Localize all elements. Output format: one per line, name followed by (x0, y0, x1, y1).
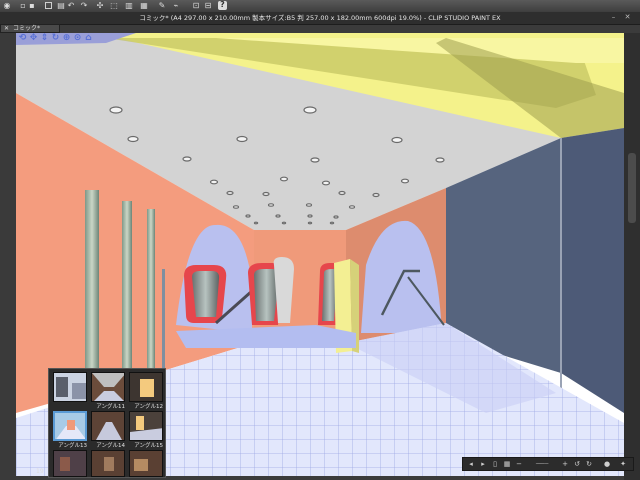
thumbnail-label: アングル11 (96, 404, 125, 410)
open-file-icon[interactable]: ▪ (28, 2, 36, 10)
redo-icon[interactable]: ↷ (80, 2, 88, 10)
title-bar: コミック* (A4 297.00 x 210.00mm 製本サイズ:B5 判 2… (0, 12, 640, 25)
angle-thumbnail[interactable] (53, 372, 87, 402)
dolly-icon[interactable]: ⇕ (40, 34, 49, 43)
angle-thumbnail[interactable] (91, 450, 125, 477)
ruler-icon[interactable]: ⊟ (204, 2, 212, 10)
rotate-icon[interactable]: ↻ (51, 34, 60, 43)
clear-icon[interactable]: ▥ (125, 2, 133, 10)
camera-rotate-icon[interactable]: ⟲ (18, 34, 27, 43)
3d-camera-controls: ⟲ ✥ ⇕ ↻ ⊕ ⊙ ⌂ (18, 34, 93, 46)
minimize-icon[interactable]: – (610, 14, 617, 21)
rotate-right-icon[interactable]: ↻ (585, 460, 593, 468)
angle-thumbnail[interactable] (129, 411, 163, 441)
angle-thumbnail[interactable] (53, 450, 87, 477)
thumbnail-label: アングル15 (134, 443, 163, 449)
new-file-icon[interactable]: ▫ (19, 2, 27, 10)
angle-thumbnail-selected[interactable] (53, 411, 87, 441)
transform-icon[interactable]: ⬚ (110, 2, 118, 10)
close-tab-icon[interactable]: ✕ (4, 25, 9, 33)
angle-thumbnail[interactable] (91, 372, 125, 402)
vertical-scrollbar[interactable] (624, 33, 640, 480)
square-icon[interactable] (45, 2, 52, 9)
save-icon[interactable]: ▤ (57, 2, 65, 10)
navigator-icon[interactable]: ● (603, 460, 611, 468)
fit-icon[interactable]: ▯ (491, 460, 499, 468)
thumbnail-label: アングル12 (134, 404, 163, 410)
ground-icon[interactable]: ⊙ (73, 34, 82, 43)
prev-icon[interactable]: ◂ (467, 460, 475, 468)
canvas-status-bar: ◂ ▸ ▯ ▦ − ┈┈┈ + ↺ ↻ ● ✦ (462, 457, 634, 471)
document-tab[interactable]: ✕ コミック* (0, 24, 60, 33)
wall-window (147, 209, 155, 369)
wall-window (122, 201, 132, 383)
grid-icon[interactable]: ▦ (503, 460, 511, 468)
angle-thumbnail[interactable] (91, 411, 125, 441)
fill-icon[interactable]: ▦ (140, 2, 148, 10)
right-wall-far (561, 128, 624, 413)
scrollbar-thumb[interactable] (628, 153, 636, 223)
wall-post (162, 269, 165, 369)
next-icon[interactable]: ▸ (479, 460, 487, 468)
clip-studio-window: ◉ ▫ ▪ ▤ ↶ ↷ ✣ ⬚ ▥ ▦ ✎ ⌁ ⊡ ⊟ ? コミック* (A4 … (0, 0, 640, 480)
document-tab-label: コミック* (13, 25, 41, 32)
left-panel-strip (0, 24, 16, 480)
undo-icon[interactable]: ↶ (67, 2, 75, 10)
help-icon[interactable]: ? (218, 1, 227, 10)
window-title: コミック* (A4 297.00 x 210.00mm 製本サイズ:B5 判 2… (139, 14, 501, 22)
reset-icon[interactable]: ⊕ (62, 34, 71, 43)
zoom-value: 19 (36, 468, 44, 475)
move-icon[interactable]: ✣ (96, 2, 104, 10)
perspective-icon[interactable]: ⌂ (84, 34, 93, 43)
angle-thumbnail[interactable] (129, 372, 163, 402)
pan-icon[interactable]: ✥ (29, 34, 38, 43)
zoom-in-icon[interactable]: + (561, 460, 569, 468)
rotate-left-icon[interactable]: ↺ (573, 460, 581, 468)
escalator-center (248, 257, 294, 325)
camera-angle-panel: アングル11 アングル12 アングル13 アングル14 アングル15 (48, 368, 166, 478)
eye-icon[interactable]: ◉ (3, 2, 11, 10)
vector-icon[interactable]: ⌁ (172, 2, 180, 10)
zoom-out-icon[interactable]: − (515, 460, 523, 468)
thumbnail-label: アングル13 (58, 443, 87, 449)
angle-thumbnail[interactable] (129, 450, 163, 477)
pen-icon[interactable]: ✎ (158, 2, 166, 10)
select-icon[interactable]: ⊡ (192, 2, 200, 10)
thumbnail-label: アングル14 (96, 443, 125, 449)
close-window-icon[interactable]: ✕ (624, 14, 631, 21)
zoom-slider-icon[interactable]: ┈┈┈ (525, 460, 559, 468)
settings-icon[interactable]: ✦ (619, 460, 627, 468)
